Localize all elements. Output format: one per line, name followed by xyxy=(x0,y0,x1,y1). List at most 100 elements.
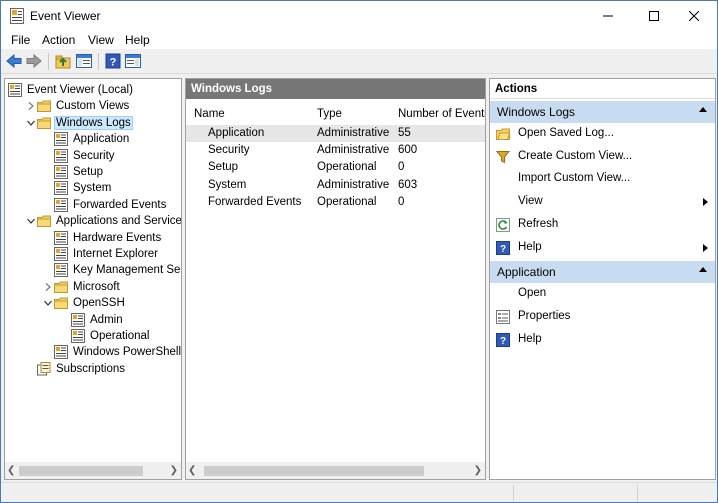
folder-icon xyxy=(37,117,51,129)
column-header-type[interactable]: Type xyxy=(317,108,342,120)
tree-item-label: Forwarded Events xyxy=(73,198,167,211)
tree-item-application[interactable]: Application xyxy=(42,131,131,147)
scroll-right-arrow[interactable]: ❯ xyxy=(474,465,482,476)
tree-item-operational[interactable]: Operational xyxy=(59,328,151,344)
tree-item-openssh[interactable]: OpenSSH xyxy=(42,295,127,311)
scroll-left-arrow[interactable]: ❮ xyxy=(7,465,15,476)
tree-item-windows-logs[interactable]: Windows Logs xyxy=(25,115,133,131)
tree-item-setup[interactable]: Setup xyxy=(42,164,105,180)
maximize-icon xyxy=(649,11,659,21)
console-tree[interactable]: Event Viewer (Local) Custom Views Windows … xyxy=(4,78,182,480)
chevron-down-icon[interactable] xyxy=(42,295,54,311)
action-view[interactable]: View xyxy=(490,191,715,213)
filter-icon xyxy=(495,150,511,163)
log-icon xyxy=(54,165,68,179)
minimize-button[interactable] xyxy=(585,1,631,31)
menu-help[interactable]: Help xyxy=(125,33,150,47)
tree-item-admin[interactable]: Admin xyxy=(59,312,125,328)
tree-item-system[interactable]: System xyxy=(42,180,113,196)
tree-item-label: Windows PowerShell xyxy=(73,346,182,359)
chevron-right-icon[interactable] xyxy=(42,279,54,295)
log-name: System xyxy=(208,178,247,191)
show-hide-action-pane-icon[interactable] xyxy=(125,53,141,69)
show-hide-tree-icon[interactable] xyxy=(76,53,92,69)
tree-icon-wrap xyxy=(54,165,68,179)
tree-item-internet-explorer[interactable]: Internet Explorer xyxy=(42,246,160,262)
tree-horizontal-scrollbar[interactable]: ❮ ❯ xyxy=(5,462,181,479)
back-arrow-icon[interactable] xyxy=(6,53,22,69)
chevron-right-icon[interactable] xyxy=(25,98,37,114)
action-help[interactable]: ? Help xyxy=(490,237,715,259)
action-open[interactable]: Open xyxy=(490,283,715,305)
submenu-arrow-icon xyxy=(703,198,708,207)
tree-item-forwarded-events[interactable]: Forwarded Events xyxy=(42,197,168,213)
tree-item-label: Setup xyxy=(73,166,104,178)
menu-file[interactable]: File xyxy=(11,33,30,47)
actions-pane: Actions Windows Logs Open Saved Log... Cre… xyxy=(489,78,716,480)
close-button[interactable] xyxy=(671,1,717,31)
log-icon xyxy=(54,148,68,163)
toolbar-separator xyxy=(48,53,49,70)
action-label: Open Saved Log... xyxy=(518,127,614,139)
center-horizontal-scrollbar[interactable]: ❮ ❯ xyxy=(186,462,485,479)
log-icon xyxy=(54,345,68,360)
menu-view[interactable]: View xyxy=(88,33,114,47)
tree-item-security[interactable]: Security xyxy=(42,148,117,164)
tree-item-label: Microsoft xyxy=(73,280,120,293)
tree-item-event-viewer-local[interactable]: Event Viewer (Local) xyxy=(8,82,135,98)
window-title: Event Viewer xyxy=(30,9,101,23)
tree-icon-wrap xyxy=(54,132,68,147)
scroll-thumb[interactable] xyxy=(204,466,424,476)
log-name: Security xyxy=(208,144,250,157)
log-row-security[interactable]: Security Administrative 600 xyxy=(186,142,485,159)
log-row-forwarded-events[interactable]: Forwarded Events Operational 0 xyxy=(186,194,485,211)
chevron-down-icon[interactable] xyxy=(25,115,37,131)
close-icon xyxy=(689,11,699,21)
log-row-system[interactable]: System Administrative 603 xyxy=(186,177,485,194)
tree-item-applications-and-services-lo[interactable]: Applications and Services Lo xyxy=(25,213,181,229)
tree-item-hardware-events[interactable]: Hardware Events xyxy=(42,230,163,246)
tree-item-custom-views[interactable]: Custom Views xyxy=(25,98,131,114)
folder-icon xyxy=(54,297,68,310)
help-icon[interactable]: ? xyxy=(105,53,121,69)
scroll-right-arrow[interactable]: ❯ xyxy=(170,465,178,476)
tree-item-microsoft[interactable]: Microsoft xyxy=(42,279,122,295)
log-row-setup[interactable]: Setup Operational 0 xyxy=(186,159,485,176)
actions-section-application[interactable]: Application xyxy=(490,261,715,284)
forward-arrow-icon[interactable] xyxy=(26,53,42,69)
action-import-custom-view[interactable]: Import Custom View... xyxy=(490,168,715,190)
log-icon xyxy=(54,263,68,278)
column-header-events[interactable]: Number of Events xyxy=(398,108,485,120)
tree-item-subscriptions[interactable]: Subscriptions xyxy=(25,361,127,377)
tree-icon-wrap xyxy=(54,263,68,278)
scroll-left-arrow[interactable]: ❮ xyxy=(188,465,196,476)
status-segment xyxy=(513,485,514,501)
chevron-down-icon[interactable] xyxy=(25,213,37,229)
panel-title: Windows Logs xyxy=(186,79,485,99)
column-header-name[interactable]: Name xyxy=(194,108,225,120)
log-event-count: 55 xyxy=(398,127,411,139)
log-type: Administrative xyxy=(317,144,390,157)
tree-icon-wrap xyxy=(71,312,85,327)
tree-item-key-management-service[interactable]: Key Management Service xyxy=(42,262,181,278)
action-label: Import Custom View... xyxy=(518,172,631,185)
collapse-up-icon xyxy=(699,267,707,273)
up-folder-icon[interactable] xyxy=(55,53,71,69)
action-create-custom-view[interactable]: Create Custom View... xyxy=(490,146,715,168)
tree-item-label: Internet Explorer xyxy=(73,248,159,260)
action-properties[interactable]: Properties xyxy=(490,306,715,328)
scroll-thumb[interactable] xyxy=(19,466,143,476)
open-log-icon xyxy=(496,128,511,140)
log-row-application[interactable]: Application Administrative 55 xyxy=(186,125,485,142)
action-open-saved-log[interactable]: Open Saved Log... xyxy=(490,123,715,145)
action-help[interactable]: ? Help xyxy=(490,329,715,351)
tree-item-windows-powershell[interactable]: Windows PowerShell xyxy=(42,344,182,360)
actions-section-windows-logs[interactable]: Windows Logs xyxy=(490,101,715,123)
action-refresh[interactable]: Refresh xyxy=(490,214,715,236)
minimize-icon xyxy=(603,15,613,17)
menu-action[interactable]: Action xyxy=(42,33,75,47)
